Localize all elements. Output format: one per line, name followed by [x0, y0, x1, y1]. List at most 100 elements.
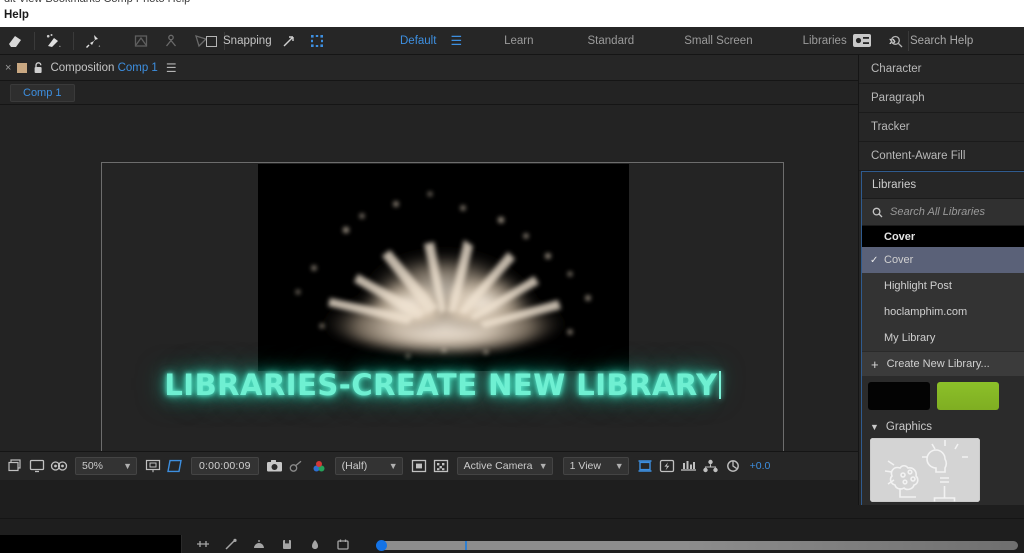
search-help-input[interactable]: Search Help	[910, 35, 973, 47]
plus-icon: +	[871, 356, 879, 372]
playhead-marker[interactable]	[465, 541, 467, 550]
composition-title: Composition Comp 1	[50, 62, 157, 74]
libraries-panel: Libraries Search All Libraries Cover ✓ C…	[861, 171, 1024, 518]
show-channel-icon[interactable]	[308, 452, 330, 480]
composition-viewer[interactable]: LIBRARIES-CREATE NEW LIBRARY	[0, 105, 858, 451]
library-option-highlight-post[interactable]: Highlight Post	[862, 273, 1024, 299]
toggle-viewer-icon[interactable]	[26, 452, 48, 480]
pixel-aspect-correction-icon[interactable]	[634, 452, 656, 480]
region-of-interest-icon[interactable]	[164, 452, 186, 480]
workspace-tab-learn[interactable]: Learn	[496, 27, 541, 55]
composition-name: Comp 1	[117, 61, 158, 74]
chevron-down-icon: ▼	[870, 422, 879, 432]
show-snapshot-icon[interactable]	[286, 452, 308, 480]
roto-brush-tool-icon[interactable]	[39, 27, 69, 55]
idea-brain-lightbulb-graphic[interactable]	[870, 438, 980, 502]
toggle-alpha-icon[interactable]	[408, 452, 430, 480]
check-icon: ✓	[870, 254, 879, 266]
timeline-scrollbar[interactable]	[376, 540, 1018, 551]
workspace-tab-small-screen[interactable]: Small Screen	[676, 27, 760, 55]
toggle-pixel-aspect-icon[interactable]	[430, 452, 452, 480]
composition-panel: × Composition Comp 1 ☰ Comp 1 LIBRARIES-…	[0, 55, 858, 480]
timeline-tool-4-icon[interactable]	[280, 538, 294, 551]
library-option-label: Highlight Post	[884, 280, 952, 292]
timeline-layer-area[interactable]	[0, 535, 182, 553]
eraser-tool-icon[interactable]	[0, 27, 30, 55]
toggle-grid-guides-icon[interactable]	[142, 452, 164, 480]
timeline-tool-3-icon[interactable]	[252, 538, 266, 551]
library-selector-button[interactable]: Cover	[862, 226, 1024, 247]
zoom-level-select[interactable]: 50% ▼	[75, 457, 137, 475]
panel-gap	[0, 505, 1024, 518]
workspace-tab-standard[interactable]: Standard	[580, 27, 643, 55]
library-option-label: hoclamphim.com	[884, 306, 968, 318]
puppet-pin-tool-icon[interactable]	[78, 27, 108, 55]
after-effects-window: dit View Bookmarks Comp Photo Help Help	[0, 0, 1024, 553]
camera-view-select[interactable]: Active Camera ▼	[456, 457, 553, 475]
timeline-panel	[0, 518, 1024, 553]
composition-bottom-toolbar: 50% ▼ 0:00:00:09 (Half) ▼ Active Camera …	[0, 451, 858, 480]
comp-flowchart-icon[interactable]	[700, 452, 722, 480]
orbit-tool-icon[interactable]	[156, 27, 186, 55]
graphics-section-header[interactable]: ▼ Graphics	[862, 417, 1024, 438]
snapping-checkbox[interactable]	[206, 35, 217, 47]
text-cursor	[718, 371, 721, 399]
create-new-library-button[interactable]: + Create New Library...	[862, 351, 1024, 376]
panel-tab-tracker[interactable]: Tracker	[859, 113, 1024, 142]
take-snapshot-icon[interactable]	[264, 452, 286, 480]
breadcrumb-comp-1[interactable]: Comp 1	[10, 83, 75, 102]
workspace-settings-icon[interactable]	[852, 32, 872, 54]
rotate-view-tool-icon[interactable]	[126, 27, 156, 55]
composition-panel-label: Composition	[50, 61, 115, 74]
scrollbar-left-handle[interactable]	[376, 540, 387, 551]
library-swatches	[862, 376, 1024, 417]
powder-explosion-footage	[258, 164, 629, 371]
lock-icon[interactable]	[33, 61, 44, 74]
libraries-search-row[interactable]: Search All Libraries	[862, 199, 1024, 226]
exposure-value[interactable]: +0.0	[750, 460, 771, 472]
panel-menu-icon[interactable]: ☰	[166, 61, 177, 75]
library-option-hoclamphim[interactable]: hoclamphim.com	[862, 299, 1024, 325]
library-option-cover[interactable]: ✓ Cover	[862, 247, 1024, 273]
reset-exposure-icon[interactable]	[722, 452, 744, 480]
timeline-tool-2-icon[interactable]	[224, 538, 238, 551]
zoom-level-value: 50%	[82, 460, 104, 472]
black-swatch[interactable]	[868, 382, 930, 410]
current-timecode[interactable]: 0:00:00:09	[191, 457, 259, 475]
transform-box-icon[interactable]	[306, 27, 328, 55]
chevron-down-icon: ▼	[538, 461, 548, 471]
green-swatch[interactable]	[937, 382, 999, 410]
library-option-label: My Library	[884, 332, 936, 344]
timeline-tool-6-icon[interactable]	[336, 538, 350, 551]
panel-tab-character[interactable]: Character	[859, 55, 1024, 84]
fast-previews-icon[interactable]	[656, 452, 678, 480]
timeline-tool-1-icon[interactable]	[196, 538, 210, 551]
libraries-panel-title[interactable]: Libraries	[862, 172, 1024, 199]
toggle-mask-icon[interactable]	[48, 452, 70, 480]
timeline-icon[interactable]	[678, 452, 700, 480]
resolution-select[interactable]: (Half) ▼	[334, 457, 403, 475]
arrow-grow-icon[interactable]	[278, 27, 300, 55]
panel-color-swatch	[17, 62, 28, 73]
panel-tab-content-aware-fill[interactable]: Content-Aware Fill	[859, 142, 1024, 171]
library-option-my-library[interactable]: My Library	[862, 325, 1024, 351]
search-help-box[interactable]: Search Help	[884, 27, 973, 55]
browser-help-menu[interactable]: Help	[4, 9, 29, 21]
close-icon[interactable]: ×	[5, 62, 11, 74]
workspace-tab-libraries[interactable]: Libraries	[795, 27, 855, 55]
snapping-toggle[interactable]: Snapping	[206, 27, 328, 55]
hamburger-icon[interactable]: ☰	[444, 27, 468, 55]
toolbar-divider	[73, 32, 74, 50]
workspace-tab-default[interactable]: Default	[392, 27, 444, 55]
panel-tab-paragraph[interactable]: Paragraph	[859, 84, 1024, 113]
browser-menubar-ghost: dit View Bookmarks Comp Photo Help	[4, 0, 190, 5]
neon-text-layer[interactable]: LIBRARIES-CREATE NEW LIBRARY	[102, 368, 783, 402]
resolution-value: (Half)	[341, 460, 368, 472]
view-layout-select[interactable]: 1 View ▼	[562, 457, 629, 475]
composition-breadcrumb-bar: Comp 1	[0, 81, 858, 105]
timeline-tool-row	[196, 535, 350, 553]
composition-frame: LIBRARIES-CREATE NEW LIBRARY	[101, 162, 784, 451]
timeline-tool-5-icon[interactable]	[308, 538, 322, 551]
toggle-transparency-grid-icon[interactable]	[4, 452, 26, 480]
libraries-search-input[interactable]: Search All Libraries	[890, 206, 985, 218]
